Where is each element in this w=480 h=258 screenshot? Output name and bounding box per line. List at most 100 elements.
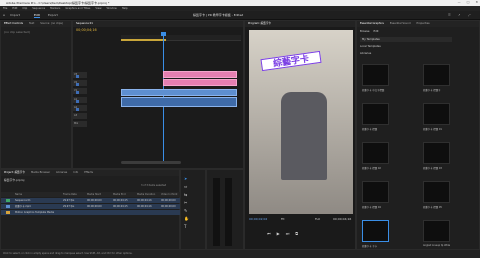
video-frame[interactable]: 綜藝字卡 xyxy=(249,30,353,214)
item-count: 3 of 3 items selected xyxy=(141,184,167,187)
workspaces-icon[interactable]: ☰ xyxy=(448,13,451,17)
template-thumb[interactable] xyxy=(423,103,450,125)
home-icon[interactable]: ⌂ xyxy=(3,13,5,17)
razor-icon[interactable]: ✂ xyxy=(184,200,187,205)
col-duration[interactable]: Media Duration xyxy=(137,192,155,197)
track-a3[interactable]: A3 xyxy=(73,113,87,119)
tab-effects[interactable]: Effects xyxy=(84,170,93,176)
play-icon[interactable]: ▶ xyxy=(277,231,280,236)
template-thumb[interactable] xyxy=(362,181,389,203)
table-row[interactable]: Sequence 01 29.97 fps 00;00;00;00 00;00;… xyxy=(1,198,181,203)
transport-controls: ⏮ ▶ ⏭ ⧉ xyxy=(267,231,298,236)
col-end[interactable]: Media End xyxy=(113,192,125,197)
template-thumb[interactable] xyxy=(362,142,389,164)
hand-icon[interactable]: ✋ xyxy=(184,216,189,221)
col-in[interactable]: Video In Point xyxy=(161,192,177,197)
timeline-timecode[interactable]: 00;00;04;16 xyxy=(76,28,97,32)
quality-select[interactable]: Full xyxy=(315,217,320,221)
libraries-check[interactable]: Libraries xyxy=(360,52,371,55)
template-label: 綜藝字卡 標題 05 xyxy=(423,206,442,209)
track-toggle-icon[interactable] xyxy=(76,75,79,78)
template-thumb-selected[interactable] xyxy=(362,220,389,242)
col-name[interactable]: Name xyxy=(15,192,22,197)
tools-panel: ➤ ⇨ ⇆ ✂ ✎ ✋ T xyxy=(180,169,206,250)
subtab-browse[interactable]: Browse xyxy=(360,30,369,33)
template-thumb[interactable] xyxy=(423,220,450,242)
tab-sequence[interactable]: Sequence 01 xyxy=(76,21,93,27)
tab-media-browser[interactable]: Media Browser xyxy=(31,170,50,176)
program-tabs: Program: 綜藝字卡 xyxy=(245,21,355,27)
eg-tabs: Essential Graphics Essential Sound Prope… xyxy=(357,21,479,27)
step-back-icon[interactable]: ⏮ xyxy=(267,231,271,236)
timeline-scrollbar[interactable] xyxy=(121,161,181,164)
type-tool-icon[interactable]: T xyxy=(184,224,186,229)
zoom-select[interactable]: Fit xyxy=(281,217,285,221)
template-label: Angled Lineup tp Wide xyxy=(423,244,451,247)
tab-program[interactable]: Program: 綜藝字卡 xyxy=(248,21,271,27)
table-row[interactable]: Motion Graphics Template Media xyxy=(1,210,181,215)
tab-export[interactable]: Export xyxy=(48,13,58,17)
timeline-tabs: Sequence 01 xyxy=(73,21,243,27)
person-figure xyxy=(281,92,327,180)
template-label: 綜藝字卡 標題 01 xyxy=(423,128,442,131)
template-label: 綜藝字卡 字卡 xyxy=(362,245,378,248)
track-toggle-icon[interactable] xyxy=(76,100,79,103)
video-file-icon xyxy=(6,205,10,208)
share-icon[interactable]: ↗ xyxy=(458,13,461,17)
essential-graphics-panel: Essential Graphics Essential Sound Prope… xyxy=(356,20,480,250)
template-thumb[interactable] xyxy=(423,142,450,164)
video-clip[interactable] xyxy=(121,89,237,96)
tab-source[interactable]: Source: (no clips) xyxy=(40,21,63,27)
project-tabs: Project: 綜藝字卡 Media Browser Libraries In… xyxy=(1,170,179,176)
subtab-edit[interactable]: Edit xyxy=(373,30,378,33)
template-label: 綜藝字卡 標題字 xyxy=(423,89,441,92)
local-templates-check[interactable]: Local Templates xyxy=(360,45,381,48)
tab-essential-sound[interactable]: Essential Sound xyxy=(390,21,411,27)
tab-import[interactable]: Import xyxy=(10,13,20,17)
table-row[interactable]: 綜藝字卡.mp4 29.97 fps 00;00;00;00 00;00;04;… xyxy=(1,204,181,209)
template-thumb[interactable] xyxy=(362,103,389,125)
tab-properties[interactable]: Properties xyxy=(417,21,430,27)
pen-icon[interactable]: ✎ xyxy=(184,208,187,213)
tab-libraries[interactable]: Libraries xyxy=(56,170,67,176)
tab-effect-controls[interactable]: Effect Controls xyxy=(4,21,23,27)
program-monitor: Program: 綜藝字卡 綜藝字卡 00;00;02;02 Fit Full … xyxy=(244,20,356,250)
template-label: 綜藝字卡 標題 03 xyxy=(423,167,442,170)
export-frame-icon[interactable]: ⧉ xyxy=(295,231,298,236)
col-fps[interactable]: Frame Rate xyxy=(63,192,77,197)
effect-controls-panel: Effect Controls Text Source: (no clips) … xyxy=(0,20,72,169)
playhead-handle[interactable] xyxy=(161,32,166,36)
work-area-bar[interactable] xyxy=(121,39,166,41)
step-forward-icon[interactable]: ⏭ xyxy=(286,231,290,236)
template-label: 綜藝字卡 標題 02 xyxy=(362,167,381,170)
effect-controls-empty: (no clip selected) xyxy=(4,30,30,34)
tab-text[interactable]: Text xyxy=(29,21,34,27)
track-toggle-icon[interactable] xyxy=(76,83,79,86)
track-select-icon[interactable]: ⇨ xyxy=(184,184,187,189)
graphics-clip[interactable] xyxy=(163,71,237,78)
fullscreen-icon[interactable]: ⤢ xyxy=(468,13,470,17)
col-start[interactable]: Media Start xyxy=(87,192,101,197)
ripple-edit-icon[interactable]: ⇆ xyxy=(184,192,187,197)
track-toggle-icon[interactable] xyxy=(76,91,79,94)
track-toggle-icon[interactable] xyxy=(76,108,79,111)
graphics-clip[interactable] xyxy=(163,79,237,86)
meter-right xyxy=(225,178,232,246)
meter-left xyxy=(213,178,220,246)
project-center-title: 綜藝字卡 | PR 教學字卡模板 - Edited xyxy=(193,13,244,17)
selection-tool-icon[interactable]: ➤ xyxy=(184,176,187,181)
audio-meters xyxy=(206,169,244,250)
template-label: 綜藝字卡 中文字標題 xyxy=(362,89,385,92)
tab-edit[interactable]: Edit xyxy=(34,13,40,18)
audio-clip[interactable] xyxy=(121,97,237,107)
template-thumb[interactable] xyxy=(362,64,389,86)
program-timecode[interactable]: 00;00;02;02 xyxy=(249,217,267,221)
template-label: 綜藝字卡 標題 xyxy=(362,128,378,131)
tab-info[interactable]: Info xyxy=(73,170,78,176)
templates-dropdown[interactable]: My Templates xyxy=(360,37,452,42)
tab-essential-graphics[interactable]: Essential Graphics xyxy=(360,21,384,27)
tab-project[interactable]: Project: 綜藝字卡 xyxy=(4,170,25,176)
template-thumb[interactable] xyxy=(423,181,450,203)
track-mix[interactable]: Mix xyxy=(73,121,87,127)
template-thumb[interactable] xyxy=(423,64,450,86)
